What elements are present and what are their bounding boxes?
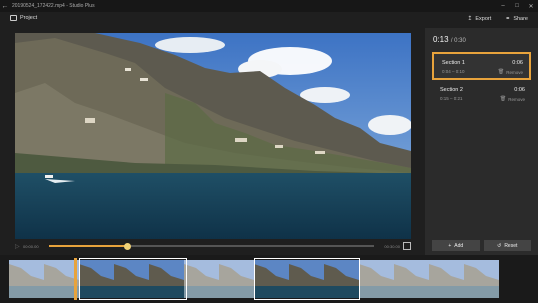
filmstrip-frames: [9, 260, 499, 298]
remove-label: Remove: [506, 69, 523, 75]
trash-icon: 🗑: [497, 69, 505, 75]
window-controls: – □ ✕: [496, 0, 538, 12]
playback-bar: ▷ 00:00.00 00:30.00: [15, 240, 411, 252]
total-duration: / 0:30: [450, 38, 466, 44]
toolbar: Project ↥ Export ⚭ Share: [0, 12, 538, 28]
plus-icon: +: [448, 242, 452, 249]
remove-label: Remove: [508, 96, 525, 102]
share-icon: ⚭: [505, 16, 511, 22]
filmstrip-frame: [9, 260, 44, 298]
filmstrip-frame: [254, 260, 289, 298]
section-range: 0:15 – 0:21: [440, 96, 463, 101]
share-button[interactable]: ⚭ Share: [505, 15, 528, 23]
project-icon: [10, 15, 17, 21]
seek-progress: [49, 245, 127, 247]
filmstrip-frame: [184, 260, 219, 298]
close-button[interactable]: ✕: [524, 0, 538, 12]
trash-icon: 🗑: [499, 96, 507, 102]
video-frame-image: [15, 33, 411, 239]
section-duration: 0:06: [514, 87, 525, 93]
current-time: 00:00.00: [23, 243, 39, 249]
play-button[interactable]: ▷: [15, 243, 23, 250]
section-duration: 0:06: [512, 60, 523, 66]
filmstrip-frame: [394, 260, 429, 298]
video-preview[interactable]: [15, 33, 411, 239]
reset-label: Reset: [504, 242, 518, 249]
filmstrip-frame: [324, 260, 359, 298]
reset-icon: ↺: [497, 242, 502, 249]
export-button[interactable]: ↥ Export: [467, 15, 492, 23]
filmstrip-frame: [289, 260, 324, 298]
time-readout: 0:13 / 0:30: [433, 35, 466, 44]
minimize-button[interactable]: –: [496, 0, 510, 12]
fullscreen-icon[interactable]: [403, 242, 411, 250]
trim-panel: 0:13 / 0:30 Section 1 0:06 0:04 – 0:10 🗑…: [425, 28, 538, 255]
filmstrip-frame: [114, 260, 149, 298]
section-item[interactable]: Section 1 0:06 0:04 – 0:10 🗑 Remove: [432, 52, 531, 80]
export-icon: ↥: [467, 16, 473, 22]
section-name: Section 2: [440, 87, 463, 93]
section-start-handle[interactable]: [74, 258, 77, 300]
filmstrip-frame: [219, 260, 254, 298]
maximize-button[interactable]: □: [510, 0, 524, 12]
end-time: 00:30.00: [384, 243, 400, 249]
remove-button[interactable]: 🗑 Remove: [500, 96, 525, 102]
seek-handle[interactable]: [123, 242, 131, 250]
title-bar: ← 20190524_172422.mp4 - Studio Plus – □ …: [0, 0, 538, 12]
seek-slider[interactable]: [49, 242, 374, 250]
remove-button[interactable]: 🗑 Remove: [498, 69, 523, 75]
filmstrip[interactable]: [0, 255, 538, 303]
reset-button[interactable]: ↺ Reset: [483, 240, 531, 251]
add-label: Add: [454, 242, 464, 249]
export-label: Export: [475, 15, 492, 22]
add-section-button[interactable]: + Add: [432, 240, 480, 251]
filmstrip-frame: [79, 260, 114, 298]
section-item[interactable]: Section 2 0:06 0:15 – 0:21 🗑 Remove: [432, 81, 531, 109]
filmstrip-frame: [464, 260, 499, 298]
section-name: Section 1: [442, 60, 465, 66]
project-button[interactable]: Project: [10, 15, 37, 21]
share-label: Share: [513, 15, 528, 22]
current-position: 0:13: [433, 35, 449, 44]
filmstrip-frame: [149, 260, 184, 298]
filmstrip-frame: [359, 260, 394, 298]
window-title: 20190524_172422.mp4 - Studio Plus: [12, 3, 95, 9]
back-arrow-icon[interactable]: ←: [0, 3, 10, 10]
section-range: 0:04 – 0:10: [442, 69, 465, 74]
filmstrip-frame: [429, 260, 464, 298]
project-label: Project: [20, 15, 38, 21]
